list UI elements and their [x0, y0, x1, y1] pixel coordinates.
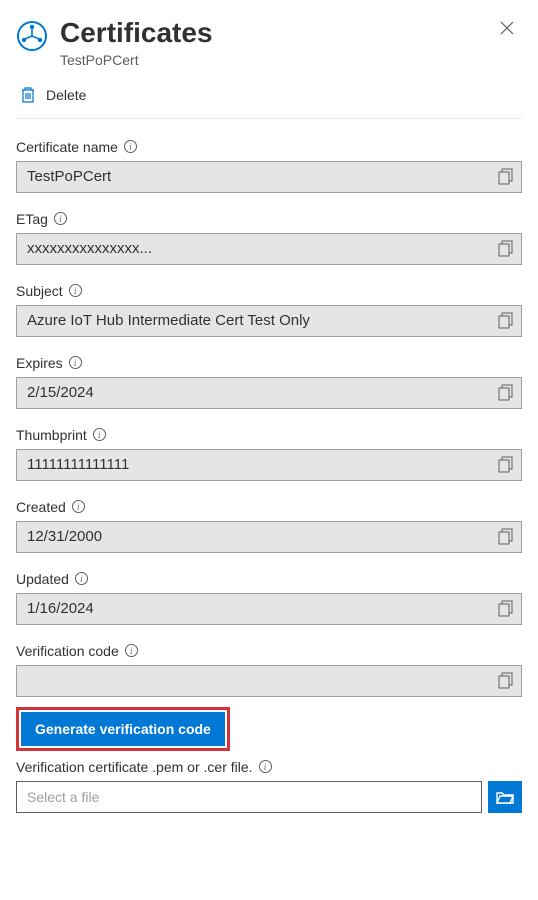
close-icon: [500, 21, 514, 35]
copy-icon[interactable]: [498, 240, 513, 257]
page-subtitle: TestPoPCert: [60, 52, 480, 68]
verification-file-label: Verification certificate .pem or .cer fi…: [16, 759, 253, 775]
generate-verification-code-button[interactable]: Generate verification code: [21, 712, 225, 746]
copy-icon[interactable]: [498, 528, 513, 545]
etag-value: xxxxxxxxxxxxxxx...: [27, 240, 152, 257]
folder-icon: [496, 790, 514, 804]
copy-icon[interactable]: [498, 600, 513, 617]
etag-label: ETag: [16, 211, 48, 227]
info-icon[interactable]: i: [93, 428, 106, 441]
subject-label: Subject: [16, 283, 63, 299]
expires-value: 2/15/2024: [27, 384, 94, 401]
verification-code-field: [16, 665, 522, 697]
info-icon[interactable]: i: [69, 284, 82, 297]
copy-icon[interactable]: [498, 168, 513, 185]
etag-field: xxxxxxxxxxxxxxx...: [16, 233, 522, 265]
page-title: Certificates: [60, 16, 480, 50]
created-label: Created: [16, 499, 66, 515]
file-placeholder: Select a file: [27, 789, 99, 805]
generate-highlight: Generate verification code: [16, 707, 230, 751]
info-icon[interactable]: i: [259, 760, 272, 773]
info-icon[interactable]: i: [124, 140, 137, 153]
copy-icon[interactable]: [498, 672, 513, 689]
info-icon[interactable]: i: [75, 572, 88, 585]
copy-icon[interactable]: [498, 312, 513, 329]
delete-label: Delete: [46, 87, 86, 103]
subject-value: Azure IoT Hub Intermediate Cert Test Onl…: [27, 312, 310, 329]
info-icon[interactable]: i: [54, 212, 67, 225]
certificate-name-value: TestPoPCert: [27, 168, 111, 185]
updated-label: Updated: [16, 571, 69, 587]
created-value: 12/31/2000: [27, 528, 102, 545]
thumbprint-field: 11111111111111: [16, 449, 522, 481]
certificate-name-field: TestPoPCert: [16, 161, 522, 193]
copy-icon[interactable]: [498, 456, 513, 473]
expires-field: 2/15/2024: [16, 377, 522, 409]
updated-field: 1/16/2024: [16, 593, 522, 625]
subject-field: Azure IoT Hub Intermediate Cert Test Onl…: [16, 305, 522, 337]
file-select-input[interactable]: Select a file: [16, 781, 482, 813]
file-browse-button[interactable]: [488, 781, 522, 813]
updated-value: 1/16/2024: [27, 600, 94, 617]
expires-label: Expires: [16, 355, 63, 371]
info-icon[interactable]: i: [72, 500, 85, 513]
verification-code-label: Verification code: [16, 643, 119, 659]
info-icon[interactable]: i: [125, 644, 138, 657]
info-icon[interactable]: i: [69, 356, 82, 369]
delete-button[interactable]: Delete: [16, 78, 522, 119]
copy-icon[interactable]: [498, 384, 513, 401]
created-field: 12/31/2000: [16, 521, 522, 553]
trash-icon: [20, 86, 36, 104]
close-button[interactable]: [492, 16, 522, 42]
thumbprint-value: 11111111111111: [27, 456, 129, 473]
certificate-name-label: Certificate name: [16, 139, 118, 155]
certificate-page-icon: [16, 20, 48, 52]
thumbprint-label: Thumbprint: [16, 427, 87, 443]
